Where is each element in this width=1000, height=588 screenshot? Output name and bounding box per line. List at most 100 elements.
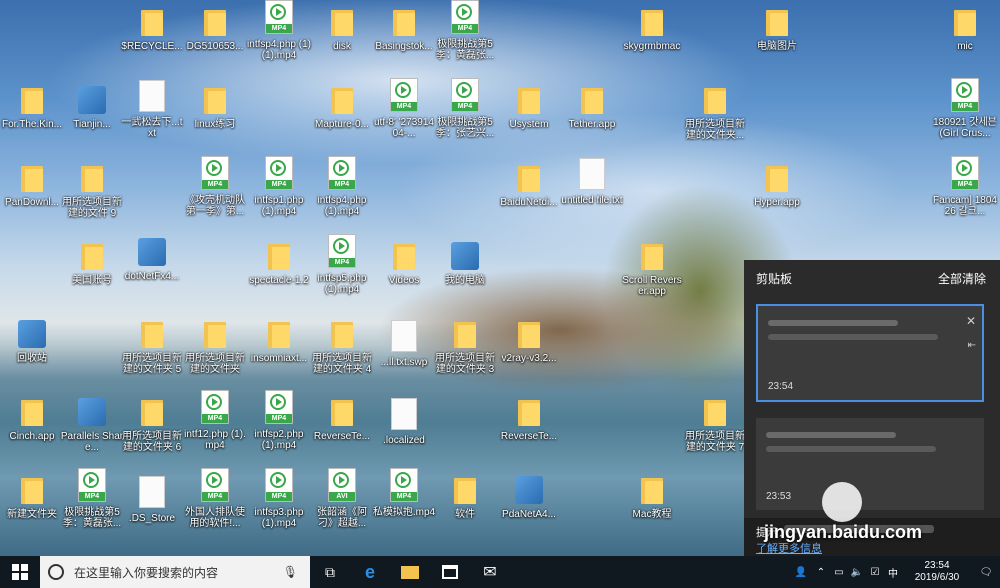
desktop-icon[interactable]: 一武松去下...txt (120, 78, 184, 139)
document-icon (391, 398, 417, 430)
folder-icon (704, 400, 726, 426)
desktop-icon-label: Mapture-0... (315, 119, 369, 130)
clear-all-button[interactable]: 全部清除 (938, 270, 986, 287)
desktop-icon[interactable]: MP4 intfsp3.php (1).mp4 (247, 468, 311, 529)
network-icon[interactable]: ▭ (830, 556, 848, 588)
desktop-icon[interactable]: Mac教程 (620, 474, 684, 520)
clipboard-item[interactable]: ✕ ⇤ 23:54 (756, 304, 984, 402)
desktop-icon[interactable]: 软件 (433, 474, 497, 520)
desktop-icon[interactable]: disk (310, 6, 374, 52)
volume-icon[interactable]: 🔈 (848, 556, 866, 588)
desktop-icon[interactable]: 用所选项目新建的文件夹 (183, 318, 247, 375)
desktop-icon-label: 美国账号 (72, 275, 112, 286)
desktop-icon[interactable]: ReverseTe... (310, 396, 374, 442)
desktop-icon[interactable]: MP4 intfsp2.php (1).mp4 (247, 390, 311, 451)
desktop-icon[interactable]: Hyper.app (745, 162, 809, 208)
desktop-icon[interactable]: 我的电脑 (433, 240, 497, 286)
desktop-icon[interactable]: Basingstok... (372, 6, 436, 52)
desktop-icon[interactable]: MP4 intfsp5.php (1).mp4 (310, 234, 374, 295)
desktop-icon[interactable]: Mapture-0... (310, 84, 374, 130)
desktop-icon[interactable]: MP4 《攻壳机动队第一季》第... (183, 156, 247, 217)
desktop-icon[interactable]: PanDownl... (0, 162, 64, 208)
play-icon (456, 82, 472, 98)
desktop-icon[interactable]: untitled file.txt (560, 156, 624, 206)
desktop-icon[interactable]: ...ll.txt.swp (372, 318, 436, 368)
desktop-icon[interactable]: skygrmbmac (620, 6, 684, 52)
desktop-icon[interactable]: MP4 极限挑战第5季：黄磊张... (60, 468, 124, 529)
desktop-icon[interactable]: For.The.Kin... (0, 84, 64, 130)
checkbox-tray-icon[interactable]: ☑ (866, 556, 884, 588)
desktop-icon[interactable]: Cinch.app (0, 396, 64, 442)
desktop-icon[interactable]: mic (933, 6, 997, 52)
desktop-icon[interactable]: PdaNetA4... (497, 474, 561, 520)
start-button[interactable] (0, 556, 40, 588)
desktop-icon-label: skygrmbmac (623, 41, 681, 52)
desktop-icon[interactable]: 用所选项目新建的文件夹 7 (683, 396, 747, 453)
video-file-icon: MP4 (265, 468, 293, 502)
desktop-icon[interactable]: 用所选项目新建的文件 9 (60, 162, 124, 219)
desktop-icon[interactable]: 回收站 (0, 318, 64, 364)
input-method-icon[interactable]: 中 (884, 556, 902, 588)
desktop-icon[interactable]: MP4 180921 갓세븐(Girl Crus... (933, 78, 997, 139)
desktop-icon[interactable]: MP4 utf-8' '27391404-... (372, 78, 436, 139)
people-icon[interactable]: 👤 (790, 556, 812, 588)
desktop-icon[interactable]: MP4 Fancam] 180426 갈크... (933, 156, 997, 217)
desktop-icon[interactable]: 用所选项目新建的文件夹 4 (310, 318, 374, 375)
desktop-icon[interactable]: MP4 intf12.php (1).mp4 (183, 390, 247, 451)
desktop-icon[interactable]: Videos (372, 240, 436, 286)
chevron-up-icon[interactable]: ⌃ (812, 556, 830, 588)
desktop-icon[interactable]: 用所选项目新建的文件夹 6 (120, 396, 184, 453)
play-icon (206, 160, 222, 176)
desktop-icon[interactable]: Scroll Reverser.app (620, 240, 684, 297)
desktop-icon[interactable]: Parallels Share... (60, 396, 124, 453)
task-view-button[interactable]: ⧉ (310, 556, 350, 588)
desktop-icon-label: Cinch.app (9, 431, 55, 442)
desktop-icon-label: 私模拟抱.mp4 (372, 507, 436, 518)
file-type-badge: MP4 (391, 492, 417, 501)
folder-icon (21, 400, 43, 426)
desktop-icon[interactable]: MP4 intfsp4.php (1)(1).mp4 (247, 0, 311, 61)
desktop-icon[interactable]: 用所选项目新建的文件夹 5 (120, 318, 184, 375)
desktop-icon[interactable]: dotNetFx4... (120, 236, 184, 282)
desktop-icon[interactable]: MP4 intfsp4.php (1).mp4 (310, 156, 374, 217)
pin-icon[interactable]: ⇤ (968, 340, 976, 351)
desktop-icon[interactable]: $RECYCLE... (120, 6, 184, 52)
desktop-icon[interactable]: MP4 外国人排队使用的软件!... (183, 468, 247, 529)
file-explorer-button[interactable] (390, 556, 430, 588)
folder-icon (401, 565, 419, 579)
desktop-icon[interactable]: MP4 极限挑战第5季：黄磊张... (433, 0, 497, 61)
desktop-icon[interactable]: .localized (372, 396, 436, 446)
notification-icon[interactable]: 🗨 (972, 556, 1000, 588)
folder-icon (641, 10, 663, 36)
clock[interactable]: 23:54 2019/6/30 (902, 556, 972, 588)
desktop-icon[interactable]: MP4 私模拟抱.mp4 (372, 468, 436, 518)
desktop-icon[interactable]: insomniaxt... (247, 318, 311, 364)
desktop-icon[interactable]: Tianjin... (60, 84, 124, 130)
desktop-icon[interactable]: 新建文件夹 (0, 474, 64, 520)
desktop-icon[interactable]: Usystem (497, 84, 561, 130)
mail-button[interactable]: ✉ (470, 556, 510, 588)
desktop-icon[interactable]: 用所选项目新建的文件夹 3 (433, 318, 497, 375)
desktop-icon[interactable]: 电脑图片 (745, 6, 809, 52)
desktop-icon[interactable]: MP4 intfsp1.php (1).mp4 (247, 156, 311, 217)
desktop-icon[interactable]: Tether.app (560, 84, 624, 130)
desktop-icon[interactable]: spectacle-1.2 (247, 240, 311, 286)
desktop-icon[interactable]: 美国账号 (60, 240, 124, 286)
edge-button[interactable]: e (350, 556, 390, 588)
desktop-icon[interactable]: AVI 张韶涵《阿刁》超越... (310, 468, 374, 529)
file-type-badge: MP4 (266, 24, 292, 33)
desktop-icon[interactable]: MP4 极限挑战第5季：张艺兴... (433, 78, 497, 139)
desktop-icon[interactable]: ReverseTe... (497, 396, 561, 442)
desktop-icon[interactable]: v2ray-v3.2... (497, 318, 561, 364)
close-icon[interactable]: ✕ (966, 314, 976, 328)
desktop-icon[interactable]: linux练习 (183, 84, 247, 130)
store-button[interactable] (430, 556, 470, 588)
desktop-icon[interactable]: DG510653... (183, 6, 247, 52)
desktop-icon[interactable]: BaiduNetdi... (497, 162, 561, 208)
search-box[interactable]: 在这里输入你要搜索的内容 🎙 (40, 556, 310, 588)
play-icon (333, 472, 349, 488)
desktop-icon[interactable]: .DS_Store (120, 474, 184, 524)
folder-icon (268, 322, 290, 348)
microphone-icon[interactable]: 🎙 (283, 565, 298, 579)
desktop-icon[interactable]: 用所选项目新建的文件夹... (683, 84, 747, 141)
